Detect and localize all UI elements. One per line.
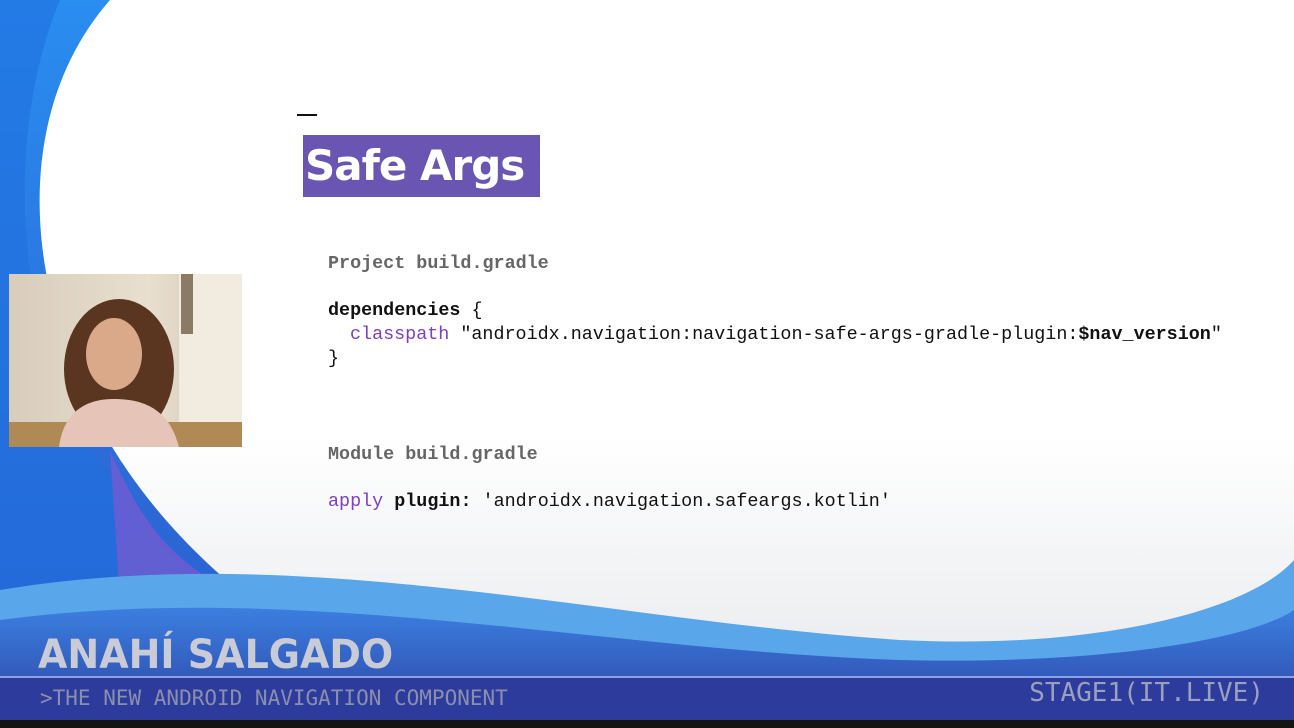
- stage-label: STAGE1(IT.LIVE): [1029, 678, 1264, 708]
- title-accent-dash: [297, 114, 317, 116]
- speaker-video-frame: [9, 274, 242, 447]
- nav-version-variable: $nav_version: [1078, 324, 1211, 345]
- apply-keyword: apply: [328, 491, 384, 512]
- code-line-dependencies: dependencies {: [328, 299, 483, 323]
- classpath-string: "androidx.navigation:navigation-safe-arg…: [449, 324, 1079, 345]
- plugin-string: 'androidx.navigation.safeargs.kotlin': [471, 491, 891, 512]
- close-brace: }: [328, 348, 340, 369]
- module-gradle-label: Module build.gradle: [328, 444, 538, 465]
- code-line-apply-plugin: apply plugin: 'androidx.navigation.safea…: [328, 490, 891, 514]
- dependencies-keyword: dependencies: [328, 300, 461, 321]
- speaker-webcam: [9, 274, 242, 447]
- project-gradle-label: Project build.gradle: [328, 253, 549, 274]
- close-quote: ": [1210, 324, 1222, 345]
- speaker-name: ANAHÍ SALGADO: [38, 632, 394, 678]
- code-line-classpath: classpath "androidx.navigation:navigatio…: [350, 323, 1222, 347]
- plugin-keyword: plugin:: [394, 491, 472, 512]
- classpath-keyword: classpath: [350, 324, 450, 345]
- talk-title: >THE NEW ANDROID NAVIGATION COMPONENT: [40, 686, 508, 710]
- open-brace: {: [460, 300, 483, 321]
- slide-title: Safe Args: [303, 135, 540, 197]
